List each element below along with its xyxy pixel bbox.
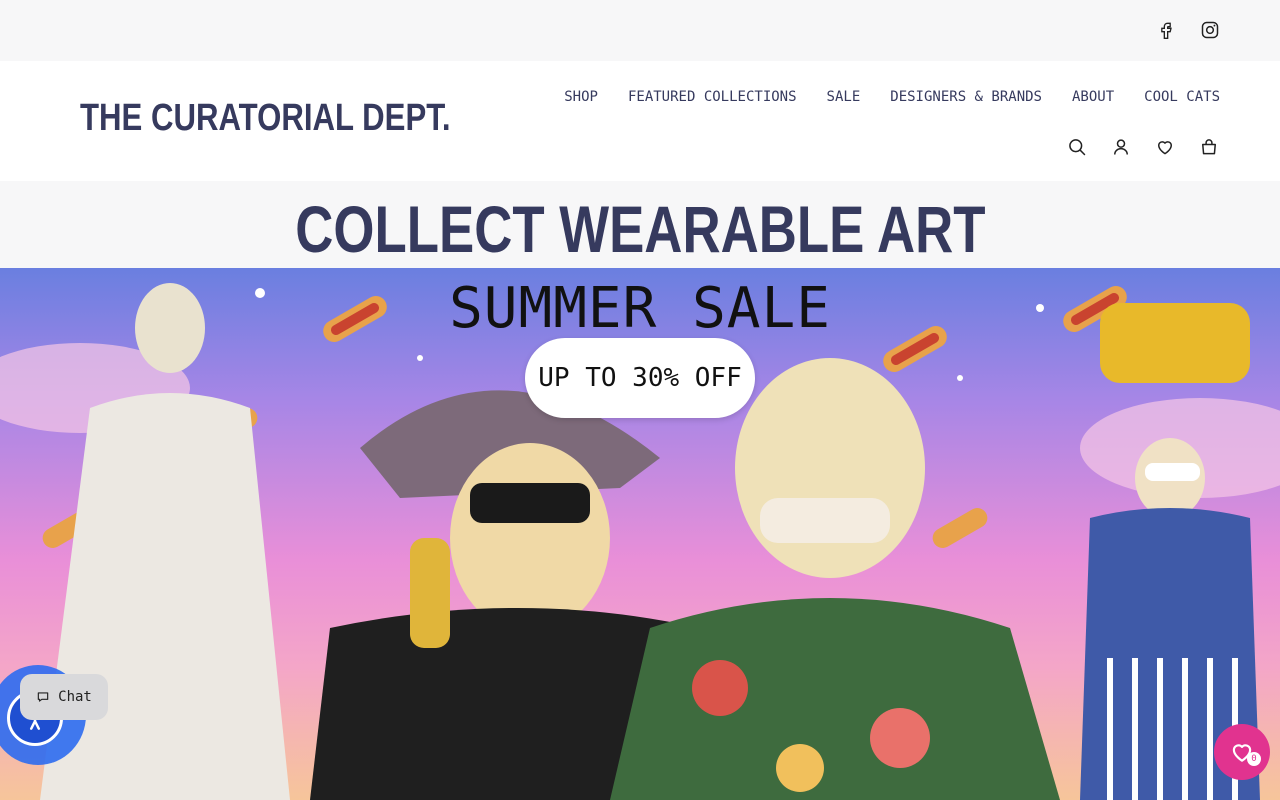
main-nav: SHOP FEATURED COLLECTIONS SALE DESIGNERS… [564, 89, 1220, 105]
instagram-icon[interactable] [1199, 19, 1221, 41]
account-icon[interactable] [1110, 136, 1132, 158]
facebook-icon[interactable] [1155, 19, 1177, 41]
hero-banner[interactable]: SUMMER SALE UP TO 30% OFF [0, 268, 1280, 800]
chat-button[interactable]: Chat [20, 674, 108, 720]
search-icon[interactable] [1066, 136, 1088, 158]
floating-wishlist-button[interactable] [1214, 724, 1270, 780]
site-logo[interactable]: THE CURATORIAL DEPT. [80, 97, 450, 140]
nav-shop[interactable]: SHOP [564, 89, 598, 105]
tagline-band: COLLECT WEARABLE ART [0, 181, 1280, 268]
wishlist-icon[interactable] [1154, 136, 1176, 158]
site-header: THE CURATORIAL DEPT. SHOP FEATURED COLLE… [0, 61, 1280, 181]
wishlist-count-badge: 0 [1247, 752, 1261, 766]
nav-cool-cats[interactable]: COOL CATS [1144, 89, 1220, 105]
cart-icon[interactable] [1198, 136, 1220, 158]
tagline-heading: COLLECT WEARABLE ART [294, 192, 986, 266]
hero-title: SUMMER SALE [449, 276, 831, 341]
nav-sale[interactable]: SALE [827, 89, 861, 105]
nav-featured-collections[interactable]: FEATURED COLLECTIONS [628, 89, 797, 105]
chat-bubble-icon [37, 692, 49, 702]
header-icons [1066, 136, 1220, 158]
chat-label: Chat [58, 689, 92, 705]
nav-about[interactable]: ABOUT [1072, 89, 1114, 105]
hero-discount-pill[interactable]: UP TO 30% OFF [525, 338, 755, 418]
nav-designers-brands[interactable]: DESIGNERS & BRANDS [890, 89, 1042, 105]
top-bar [0, 0, 1280, 61]
